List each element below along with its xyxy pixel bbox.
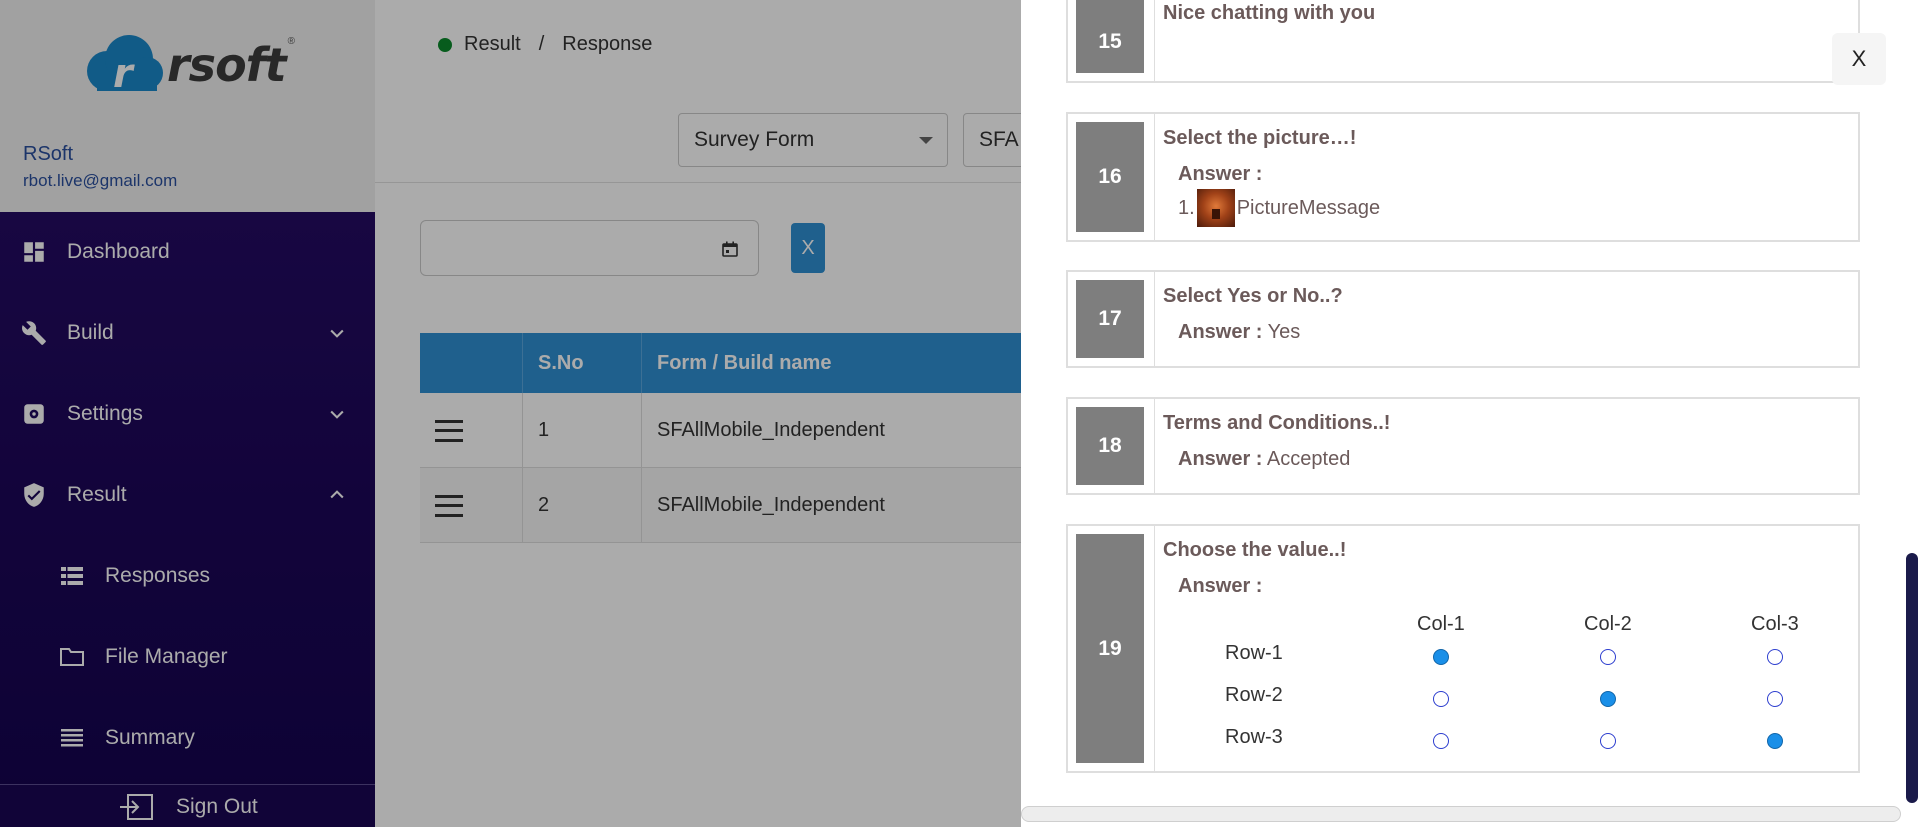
grid-radio-r2-c2[interactable] [1600,691,1616,707]
card-divider [1154,399,1155,493]
question-title: Select the picture…! [1163,127,1357,149]
answer-label: Answer : [1178,163,1263,185]
question-card-18: 18 Terms and Conditions..! Answer : Acce… [1066,397,1860,495]
grid-row-label: Row-2 [1225,684,1283,706]
question-number: 18 [1076,407,1144,485]
question-card-17: 17 Select Yes or No..? Answer : Yes [1066,270,1860,368]
grid-radio-r2-c3[interactable] [1767,691,1783,707]
grid-radio-r3-c2[interactable] [1600,733,1616,749]
picture-thumbnail[interactable] [1196,189,1235,227]
answer: Answer : Yes [1178,321,1301,343]
grid-column-header: Col-3 [1751,613,1799,635]
question-card-15: 15 Nice chatting with you [1066,0,1860,83]
card-divider [1154,272,1155,366]
question-title: Nice chatting with you [1163,2,1376,24]
grid-column-header: Col-2 [1584,613,1632,635]
question-number: 19 [1076,534,1144,763]
question-card-16: 16 Select the picture…! Answer : 1. Pict… [1066,112,1860,242]
question-number: 17 [1076,280,1144,358]
question-number: 16 [1076,122,1144,232]
vertical-scrollbar-thumb[interactable] [1906,553,1918,803]
answer-value: Accepted [1266,448,1351,470]
grid-radio-r1-c1[interactable] [1433,649,1449,665]
question-title: Select Yes or No..? [1163,285,1343,307]
close-modal-button[interactable]: X [1832,33,1886,85]
grid-radio-r1-c2[interactable] [1600,649,1616,665]
grid-radio-r1-c3[interactable] [1767,649,1783,665]
grid-column-header: Col-1 [1417,613,1465,635]
answer-value: PictureMessage [1236,196,1381,219]
answer-value: Yes [1267,321,1301,343]
card-divider [1154,0,1155,81]
answer: Answer : Accepted [1178,448,1351,470]
grid-radio-r3-c3[interactable] [1767,733,1783,749]
question-card-19: 19 Choose the value..! Answer : Col-1 Co… [1066,524,1860,773]
question-title: Choose the value..! [1163,539,1347,561]
horizontal-scrollbar[interactable] [1021,806,1901,822]
answer-picture: 1. PictureMessage [1178,189,1380,227]
answer-label: Answer : [1178,575,1263,597]
card-divider [1154,114,1155,240]
grid-row-label: Row-1 [1225,642,1283,664]
question-number: 15 [1076,0,1144,73]
grid-radio-r2-c1[interactable] [1433,691,1449,707]
question-title: Terms and Conditions..! [1163,412,1391,434]
grid-row-label: Row-3 [1225,726,1283,748]
card-divider [1154,526,1155,771]
answer-index: 1. [1178,196,1195,219]
grid-radio-r3-c1[interactable] [1433,733,1449,749]
